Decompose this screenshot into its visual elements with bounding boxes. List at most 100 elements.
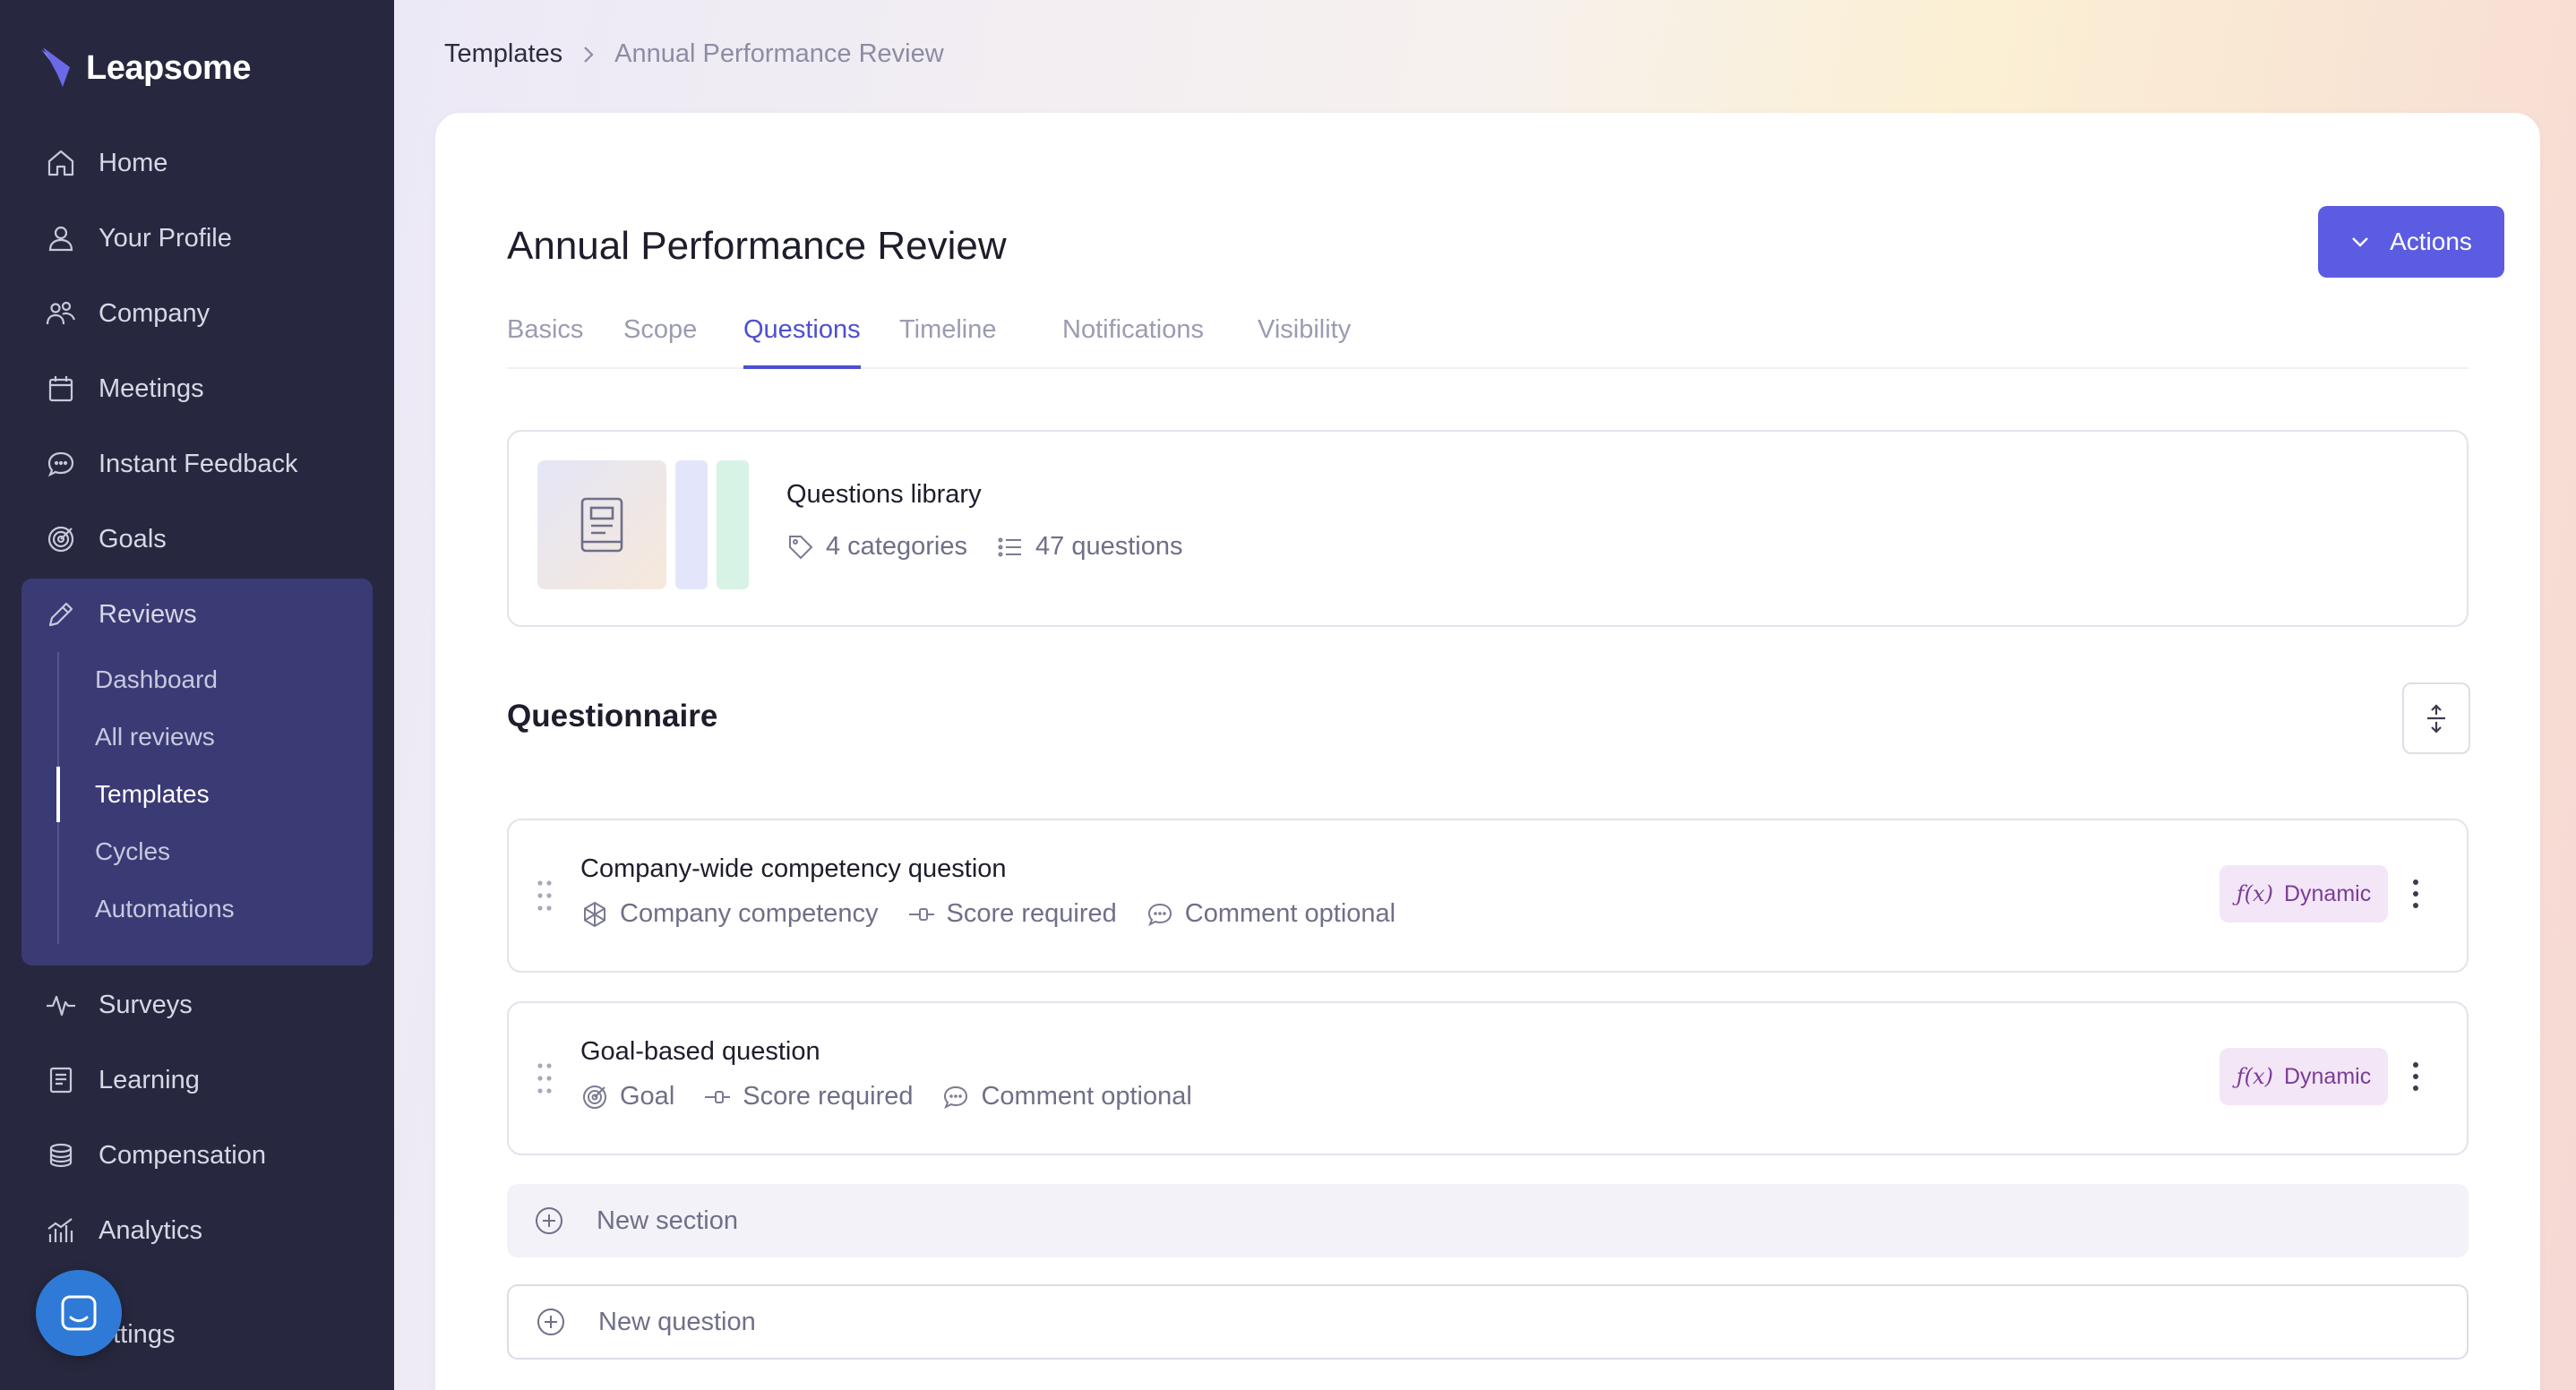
sidebar-item-meetings[interactable]: Meetings xyxy=(45,362,204,416)
comment-icon xyxy=(944,1085,968,1109)
expand-collapse-icon xyxy=(2427,704,2445,734)
sidebar-subitem-cycles[interactable]: Cycles xyxy=(95,829,170,874)
user-icon xyxy=(48,226,73,252)
sidebar-subitem-all-reviews[interactable]: All reviews xyxy=(95,715,215,759)
question-card[interactable]: Company-wide competency question Company… xyxy=(507,819,2469,973)
score-slider-icon xyxy=(908,907,934,921)
goal-target-icon xyxy=(583,1085,606,1109)
sidebar-subitem-automations[interactable]: Automations xyxy=(95,887,235,931)
question-type: Goal xyxy=(620,1082,675,1111)
kebab-dot xyxy=(2413,891,2418,897)
sidebar-item-label: Home xyxy=(99,148,168,177)
question-card[interactable]: Goal-based question Goal Score required xyxy=(507,1001,2469,1155)
sidebar-item-learning[interactable]: Learning xyxy=(45,1053,200,1107)
sidebar-item-instant-feedback[interactable]: Instant Feedback xyxy=(45,437,297,491)
sidebar-item-label: Company xyxy=(99,298,210,328)
comment-icon xyxy=(1147,903,1172,926)
home-icon xyxy=(47,150,74,176)
library-meta: 4 categories 47 questions xyxy=(786,532,1182,562)
plus-circle-icon xyxy=(536,1207,562,1234)
library-title: Questions library xyxy=(786,480,982,509)
expand-collapse-button[interactable] xyxy=(2402,682,2470,754)
sidebar-item-label: Compensation xyxy=(99,1140,266,1170)
submenu-active-indicator xyxy=(56,767,60,822)
sidebar-subitem-templates[interactable]: Templates xyxy=(95,772,210,817)
template-card: Annual Performance Review Actions Basics… xyxy=(435,113,2540,1390)
tab-questions[interactable]: Questions xyxy=(743,315,861,369)
sidebar-item-home[interactable]: Home xyxy=(45,136,167,190)
question-meta: Goal Score required Comment optional xyxy=(580,1082,1221,1111)
people-icon xyxy=(46,301,76,325)
questions-library-card[interactable]: Questions library 4 categories 47 questi… xyxy=(507,430,2469,627)
pencil-icon xyxy=(48,602,73,627)
new-section-label: New section xyxy=(597,1206,738,1235)
kebab-dot xyxy=(2413,1062,2418,1068)
question-menu-button[interactable] xyxy=(2402,1057,2429,1096)
kebab-dot xyxy=(2413,1085,2418,1091)
actions-button-label: Actions xyxy=(2390,227,2472,255)
tab-visibility[interactable]: Visibility xyxy=(1258,315,1351,369)
question-title: Company-wide competency question xyxy=(580,854,1007,883)
sidebar-item-your-profile[interactable]: Your Profile xyxy=(45,211,232,265)
coins-icon xyxy=(49,1143,73,1168)
breadcrumb-current: Annual Performance Review xyxy=(614,39,944,68)
sidebar-item-label: Instant Feedback xyxy=(99,449,298,478)
sidebar-item-label: Analytics xyxy=(99,1215,203,1245)
sidebar-item-company[interactable]: Company xyxy=(45,287,210,340)
chat-icon xyxy=(47,451,74,477)
logo-text: Leapsome xyxy=(86,48,251,87)
breadcrumb-templates-link[interactable]: Templates xyxy=(444,39,562,69)
questionnaire-heading: Questionnaire xyxy=(507,699,718,734)
tab-notifications[interactable]: Notifications xyxy=(1062,315,1204,369)
sidebar-item-analytics[interactable]: Analytics xyxy=(45,1204,202,1257)
list-icon xyxy=(998,537,1021,556)
plus-circle-icon xyxy=(537,1308,564,1335)
sidebar-item-label: Reviews xyxy=(99,599,197,629)
actions-button[interactable]: Actions xyxy=(2318,206,2504,278)
kebab-dot xyxy=(2413,1074,2418,1079)
sidebar-item-surveys[interactable]: Surveys xyxy=(45,978,193,1032)
new-question-label: New question xyxy=(598,1307,756,1336)
tab-scope[interactable]: Scope xyxy=(623,315,697,369)
drag-handle-icon[interactable] xyxy=(536,878,554,914)
tab-basics[interactable]: Basics xyxy=(507,315,583,369)
dynamic-badge-label: Dynamic xyxy=(2283,1063,2372,1089)
library-thumbnail xyxy=(537,460,666,589)
breadcrumb: Templates Annual Performance Review xyxy=(444,39,944,69)
new-section-button[interactable]: New section xyxy=(507,1184,2469,1257)
bar-chart-icon xyxy=(47,1218,73,1242)
chat-launcher-icon xyxy=(61,1295,97,1331)
sidebar-item-compensation[interactable]: Compensation xyxy=(45,1128,266,1182)
leapsome-bird-icon xyxy=(41,47,70,87)
score-slider-icon xyxy=(705,1090,731,1103)
competency-icon xyxy=(584,901,605,927)
question-comment-setting: Comment optional xyxy=(981,1082,1192,1111)
sidebar-item-label: Goals xyxy=(99,524,167,553)
chevron-down-icon xyxy=(2352,237,2368,247)
function-icon: ƒ(x) xyxy=(2236,881,2273,906)
main-content: Templates Annual Performance Review Annu… xyxy=(394,0,2576,1390)
drag-handle-icon[interactable] xyxy=(536,1060,554,1096)
question-score-setting: Score required xyxy=(743,1082,914,1111)
tab-timeline[interactable]: Timeline xyxy=(899,315,997,369)
function-icon: ƒ(x) xyxy=(2236,1064,2273,1089)
new-question-button[interactable]: New question xyxy=(507,1284,2469,1360)
question-menu-button[interactable] xyxy=(2402,874,2429,914)
sidebar-item-label: Surveys xyxy=(99,990,193,1019)
library-book-icon xyxy=(580,497,623,553)
sidebar-item-goals[interactable]: Goals xyxy=(45,512,167,566)
chevron-right-icon xyxy=(584,46,594,63)
dynamic-badge: ƒ(x) Dynamic xyxy=(2220,865,2388,922)
question-type: Company competency xyxy=(620,899,879,928)
sidebar-subitem-dashboard[interactable]: Dashboard xyxy=(95,657,218,702)
sidebar: Leapsome Home Your Profile Company Meeti… xyxy=(0,0,394,1390)
sidebar-item-label: Meetings xyxy=(99,373,204,403)
reviews-nav-group: Reviews Dashboard All reviews Templates … xyxy=(21,579,373,965)
leapsome-logo[interactable]: Leapsome xyxy=(39,43,251,93)
sidebar-item-label: Learning xyxy=(99,1065,200,1094)
support-chat-button[interactable] xyxy=(36,1270,122,1356)
sidebar-item-reviews[interactable]: Reviews xyxy=(45,588,197,641)
kebab-dot xyxy=(2413,903,2418,908)
calendar-icon xyxy=(48,376,73,402)
template-tabs: Basics Scope Questions Timeline Notifica… xyxy=(507,315,2469,369)
